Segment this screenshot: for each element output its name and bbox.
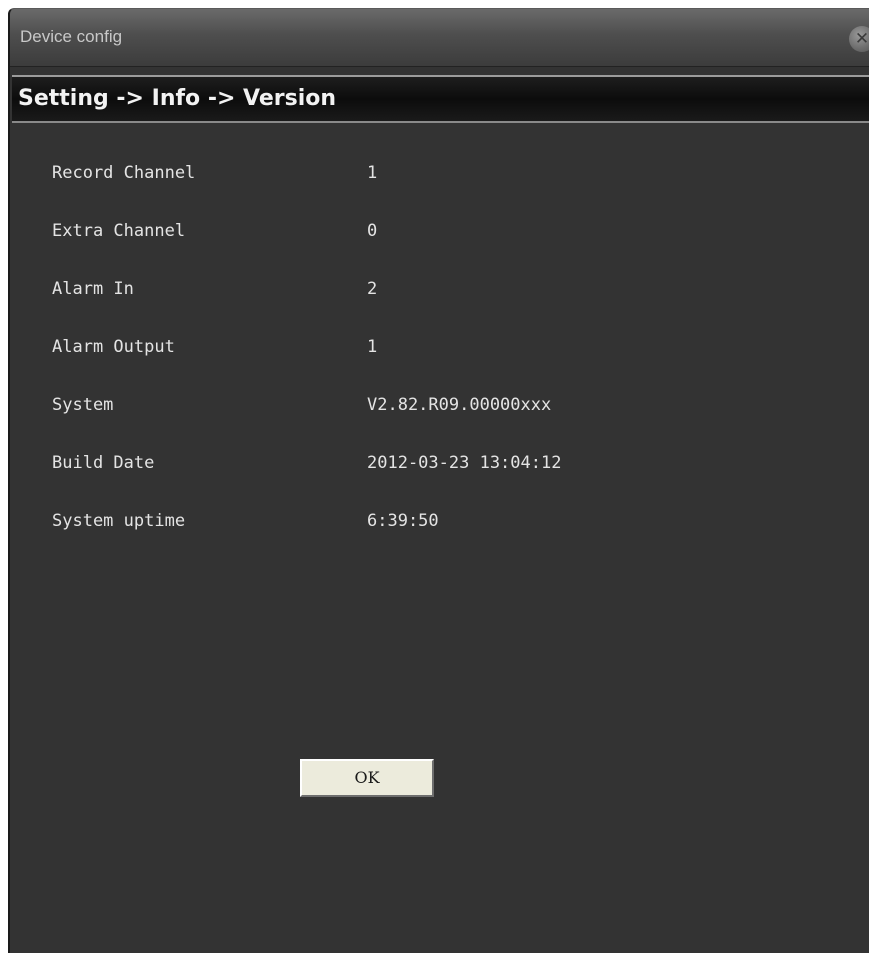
info-label: Alarm In xyxy=(52,279,134,299)
info-value: 1 xyxy=(367,163,378,183)
info-value: 6:39:50 xyxy=(367,511,439,531)
breadcrumb-bar: Setting -> Info -> Version xyxy=(12,75,869,123)
info-label: System xyxy=(52,395,114,415)
window-title: Device config xyxy=(20,27,123,46)
ok-button[interactable]: OK xyxy=(300,759,434,797)
info-value: V2.82.R09.00000xxx xyxy=(367,395,552,415)
info-value: 2012-03-23 13:04:12 xyxy=(367,453,562,473)
info-value: 0 xyxy=(367,221,378,241)
info-label: System uptime xyxy=(52,511,186,531)
close-icon[interactable]: ✕ xyxy=(849,26,869,52)
device-config-window: Device config ✕ Setting -> Info -> Versi… xyxy=(8,8,869,953)
info-value: 1 xyxy=(367,337,378,357)
info-value: 2 xyxy=(367,279,378,299)
info-label: Build Date xyxy=(52,453,155,473)
breadcrumb: Setting -> Info -> Version xyxy=(18,86,337,111)
info-label: Alarm Output xyxy=(52,337,175,357)
info-label: Record Channel xyxy=(52,163,196,183)
title-bar[interactable]: Device config ✕ xyxy=(10,9,869,67)
info-label: Extra Channel xyxy=(52,221,186,241)
